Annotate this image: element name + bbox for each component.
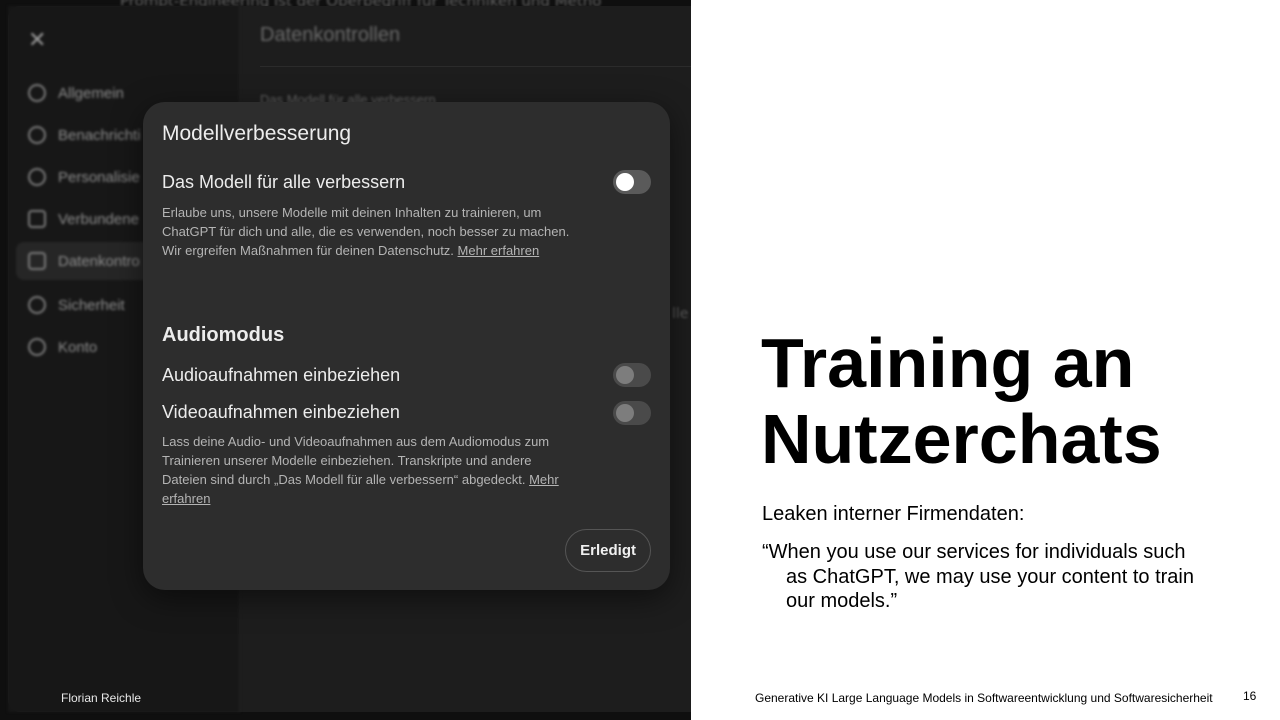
sidebar-item-label: Verbundene [58,210,139,228]
done-button[interactable]: Erledigt [565,529,651,572]
divider [260,66,691,67]
slide-title-line: Training an [761,324,1135,402]
improve-model-description: Erlaube uns, unsere Modelle mit deinen I… [162,203,582,260]
sidebar-item-label: Sicherheit [58,296,125,314]
close-icon[interactable]: ✕ [28,28,46,53]
database-icon [28,252,46,270]
toggle-knob [616,404,634,422]
dialog-title: Modellverbesserung [162,122,352,145]
sidebar-item-label: Benachrichti [58,126,141,144]
slide-subtitle: Leaken interner Firmendaten: [762,503,1025,525]
learn-more-link[interactable]: Mehr erfahren [458,243,540,258]
sidebar-item-label: Datenkontro [58,252,140,270]
audio-mode-heading: Audiomodus [162,324,285,346]
footer-author: Florian Reichle [61,691,142,705]
clock-icon [28,168,46,186]
sidebar-item-label: Konto [58,338,98,356]
audio-recordings-label: Audioaufnahmen einbeziehen [162,365,401,385]
slide-title-line: Nutzerchats [761,400,1162,478]
video-recordings-label: Videoaufnahmen einbeziehen [162,402,400,422]
sidebar-item-label: Allgemein [58,84,124,102]
slide-title: Training an Nutzerchats [761,325,1261,477]
improve-model-label: Das Modell für alle verbessern [162,172,406,192]
background-ghost-text: lle [672,306,689,322]
user-icon [28,338,46,356]
chatgpt-settings-screenshot: Prompt-Engineering ist der Oberbegriff f… [0,0,691,720]
audio-mode-description: Lass deine Audio- und Videoaufnahmen aus… [162,432,562,508]
gear-icon [28,84,46,102]
toggle-knob [616,366,634,384]
video-recordings-toggle[interactable] [613,401,651,425]
toggle-knob [616,173,634,191]
page-number: 16 [1243,689,1257,703]
audio-recordings-toggle[interactable] [613,363,651,387]
audio-mode-description-text: Lass deine Audio- und Videoaufnahmen aus… [162,434,550,487]
slide-quote: “When you use our services for individua… [762,541,1194,612]
improve-model-toggle[interactable] [613,170,651,194]
sidebar-item-label: Personalisie [58,168,140,186]
shield-icon [28,296,46,314]
bell-icon [28,126,46,144]
footer-course-title: Generative KI Large Language Models in S… [755,691,1213,705]
model-improvement-dialog: Modellverbesserung Das Modell für alle v… [143,102,670,590]
background-heading: Datenkontrollen [260,24,401,46]
apps-icon [28,210,46,228]
